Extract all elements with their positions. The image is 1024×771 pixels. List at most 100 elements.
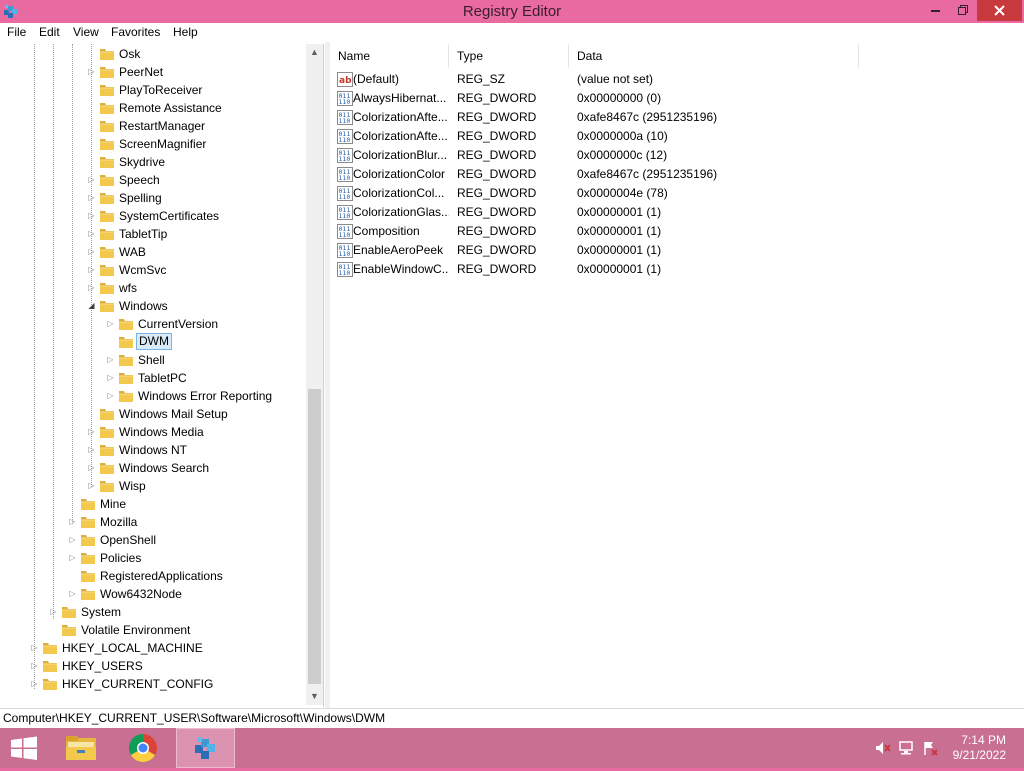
chrome-button[interactable]	[118, 728, 168, 768]
tree-item[interactable]: ▷ Windows Error Reporting	[0, 387, 306, 405]
tree-item[interactable]: ▷ Spelling	[0, 189, 306, 207]
value-row[interactable]: 011 110 AlwaysHibernat... REG_DWORD 0x000000…	[330, 89, 1024, 108]
value-row[interactable]: 011 110 ColorizationColor REG_DWORD 0xafe846…	[330, 165, 1024, 184]
tree-item[interactable]: ▷ Mozilla	[0, 513, 306, 531]
tree-item[interactable]: ▷ Wisp	[0, 477, 306, 495]
scroll-up-icon[interactable]: ▲	[306, 44, 323, 61]
tree-item[interactable]: RegisteredApplications	[0, 567, 306, 585]
expand-arrow-icon[interactable]: ▷	[87, 279, 96, 297]
collapse-arrow-icon[interactable]: ◢	[87, 297, 96, 315]
network-icon[interactable]	[898, 740, 916, 756]
tree-item[interactable]: PlayToReceiver	[0, 81, 306, 99]
tree-item[interactable]: Remote Assistance	[0, 99, 306, 117]
value-row[interactable]: 011 110 Composition REG_DWORD 0x00000001 (1)	[330, 222, 1024, 241]
minimize-button[interactable]	[920, 0, 950, 21]
tree-item[interactable]: ▷ SystemCertificates	[0, 207, 306, 225]
tree-item[interactable]: DWM	[0, 333, 306, 351]
tree-item[interactable]: ▷ Windows Search	[0, 459, 306, 477]
tree-item[interactable]: Mine	[0, 495, 306, 513]
registry-editor-button[interactable]	[176, 728, 235, 768]
tree-item[interactable]: ◢ Windows	[0, 297, 306, 315]
expand-arrow-icon[interactable]: ▷	[87, 459, 96, 477]
tree-item[interactable]: Volatile Environment	[0, 621, 306, 639]
expand-arrow-icon[interactable]: ▷	[49, 603, 58, 621]
column-name[interactable]: Name	[330, 44, 449, 68]
tree-item[interactable]: Osk	[0, 45, 306, 63]
file-explorer-button[interactable]	[57, 728, 105, 768]
expand-arrow-icon[interactable]: ▷	[87, 477, 96, 495]
expand-arrow-icon[interactable]: ▷	[106, 351, 115, 369]
values-list[interactable]: Name Type Data ab (Default) REG_SZ (value n…	[330, 44, 1024, 707]
menu-help[interactable]: Help	[173, 25, 198, 39]
tree-item[interactable]: Windows Mail Setup	[0, 405, 306, 423]
value-row[interactable]: 011 110 EnableWindowC... REG_DWORD 0x0000000…	[330, 260, 1024, 279]
key-tree[interactable]: Osk ▷ PeerNet PlayToReceiver Remote Assistan…	[0, 44, 324, 707]
clock[interactable]: 7:14 PM 9/21/2022	[953, 733, 1006, 763]
tree-scrollbar[interactable]: ▲ ▼	[306, 44, 323, 705]
tree-item[interactable]: ▷ wfs	[0, 279, 306, 297]
tree-item[interactable]: ▷ TabletPC	[0, 369, 306, 387]
start-button[interactable]	[0, 728, 48, 768]
tree-item[interactable]: ▷ HKEY_USERS	[0, 657, 306, 675]
value-row[interactable]: 011 110 EnableAeroPeek REG_DWORD 0x00000001 …	[330, 241, 1024, 260]
tree-item[interactable]: ▷ WcmSvc	[0, 261, 306, 279]
tree-item[interactable]: ▷ Policies	[0, 549, 306, 567]
column-data[interactable]: Data	[569, 44, 859, 68]
value-row[interactable]: ab (Default) REG_SZ (value not set)	[330, 70, 1024, 89]
expand-arrow-icon[interactable]: ▷	[106, 369, 115, 387]
expand-arrow-icon[interactable]: ▷	[87, 63, 96, 81]
menu-view[interactable]: View	[73, 25, 99, 39]
expand-arrow-icon[interactable]: ▷	[30, 657, 39, 675]
expand-arrow-icon[interactable]: ▷	[87, 261, 96, 279]
scroll-down-icon[interactable]: ▼	[306, 688, 323, 705]
tree-item[interactable]: ▷ HKEY_LOCAL_MACHINE	[0, 639, 306, 657]
tree-item[interactable]: ▷ Wow6432Node	[0, 585, 306, 603]
expand-arrow-icon[interactable]: ▷	[30, 639, 39, 657]
expand-arrow-icon[interactable]: ▷	[87, 171, 96, 189]
tree-item[interactable]: ▷ Windows Media	[0, 423, 306, 441]
close-button[interactable]	[977, 0, 1022, 21]
column-type[interactable]: Type	[449, 44, 569, 68]
tree-item[interactable]: ▷ Speech	[0, 171, 306, 189]
tree-item[interactable]: ▷ System	[0, 603, 306, 621]
tree-item[interactable]: ▷ Windows NT	[0, 441, 306, 459]
value-row[interactable]: 011 110 ColorizationBlur... REG_DWORD 0x0000…	[330, 146, 1024, 165]
value-row[interactable]: 011 110 ColorizationCol... REG_DWORD 0x00000…	[330, 184, 1024, 203]
tree-item[interactable]: ▷ TabletTip	[0, 225, 306, 243]
volume-muted-icon[interactable]	[874, 740, 892, 756]
expand-arrow-icon[interactable]: ▷	[87, 243, 96, 261]
tree-item-label: Wisp	[119, 479, 146, 493]
menu-file[interactable]: File	[7, 25, 26, 39]
expand-arrow-icon[interactable]: ▷	[87, 225, 96, 243]
tree-item[interactable]: ▷ HKEY_CURRENT_CONFIG	[0, 675, 306, 693]
restore-button[interactable]	[950, 0, 977, 21]
expand-arrow-icon[interactable]: ▷	[68, 513, 77, 531]
tree-item[interactable]: RestartManager	[0, 117, 306, 135]
value-row[interactable]: 011 110 ColorizationAfte... REG_DWORD 0x0000…	[330, 127, 1024, 146]
tree-item[interactable]: ▷ WAB	[0, 243, 306, 261]
value-row[interactable]: 011 110 ColorizationGlas... REG_DWORD 0x0000…	[330, 203, 1024, 222]
tree-item[interactable]: ▷ Shell	[0, 351, 306, 369]
expand-arrow-icon[interactable]: ▷	[68, 549, 77, 567]
tree-item[interactable]: ▷ PeerNet	[0, 63, 306, 81]
value-row[interactable]: 011 110 ColorizationAfte... REG_DWORD 0xafe8…	[330, 108, 1024, 127]
expand-arrow-icon[interactable]: ▷	[106, 387, 115, 405]
menu-favorites[interactable]: Favorites	[111, 25, 160, 39]
tree-item[interactable]: ▷ CurrentVersion	[0, 315, 306, 333]
tree-item[interactable]: ▷ OpenShell	[0, 531, 306, 549]
svg-text:110: 110	[339, 155, 351, 163]
tree-item[interactable]: ScreenMagnifier	[0, 135, 306, 153]
expand-arrow-icon[interactable]: ▷	[30, 675, 39, 693]
expand-arrow-icon[interactable]: ▷	[87, 423, 96, 441]
scroll-thumb[interactable]	[308, 389, 321, 684]
expand-arrow-icon[interactable]: ▷	[87, 189, 96, 207]
expand-arrow-icon[interactable]: ▷	[68, 531, 77, 549]
expand-arrow-icon[interactable]: ▷	[87, 441, 96, 459]
tree-item[interactable]: Skydrive	[0, 153, 306, 171]
expand-arrow-icon[interactable]: ▷	[87, 207, 96, 225]
expand-arrow-icon[interactable]: ▷	[68, 585, 77, 603]
action-center-icon[interactable]	[922, 740, 940, 756]
expand-arrow-icon[interactable]: ▷	[106, 315, 115, 333]
menu-edit[interactable]: Edit	[39, 25, 60, 39]
